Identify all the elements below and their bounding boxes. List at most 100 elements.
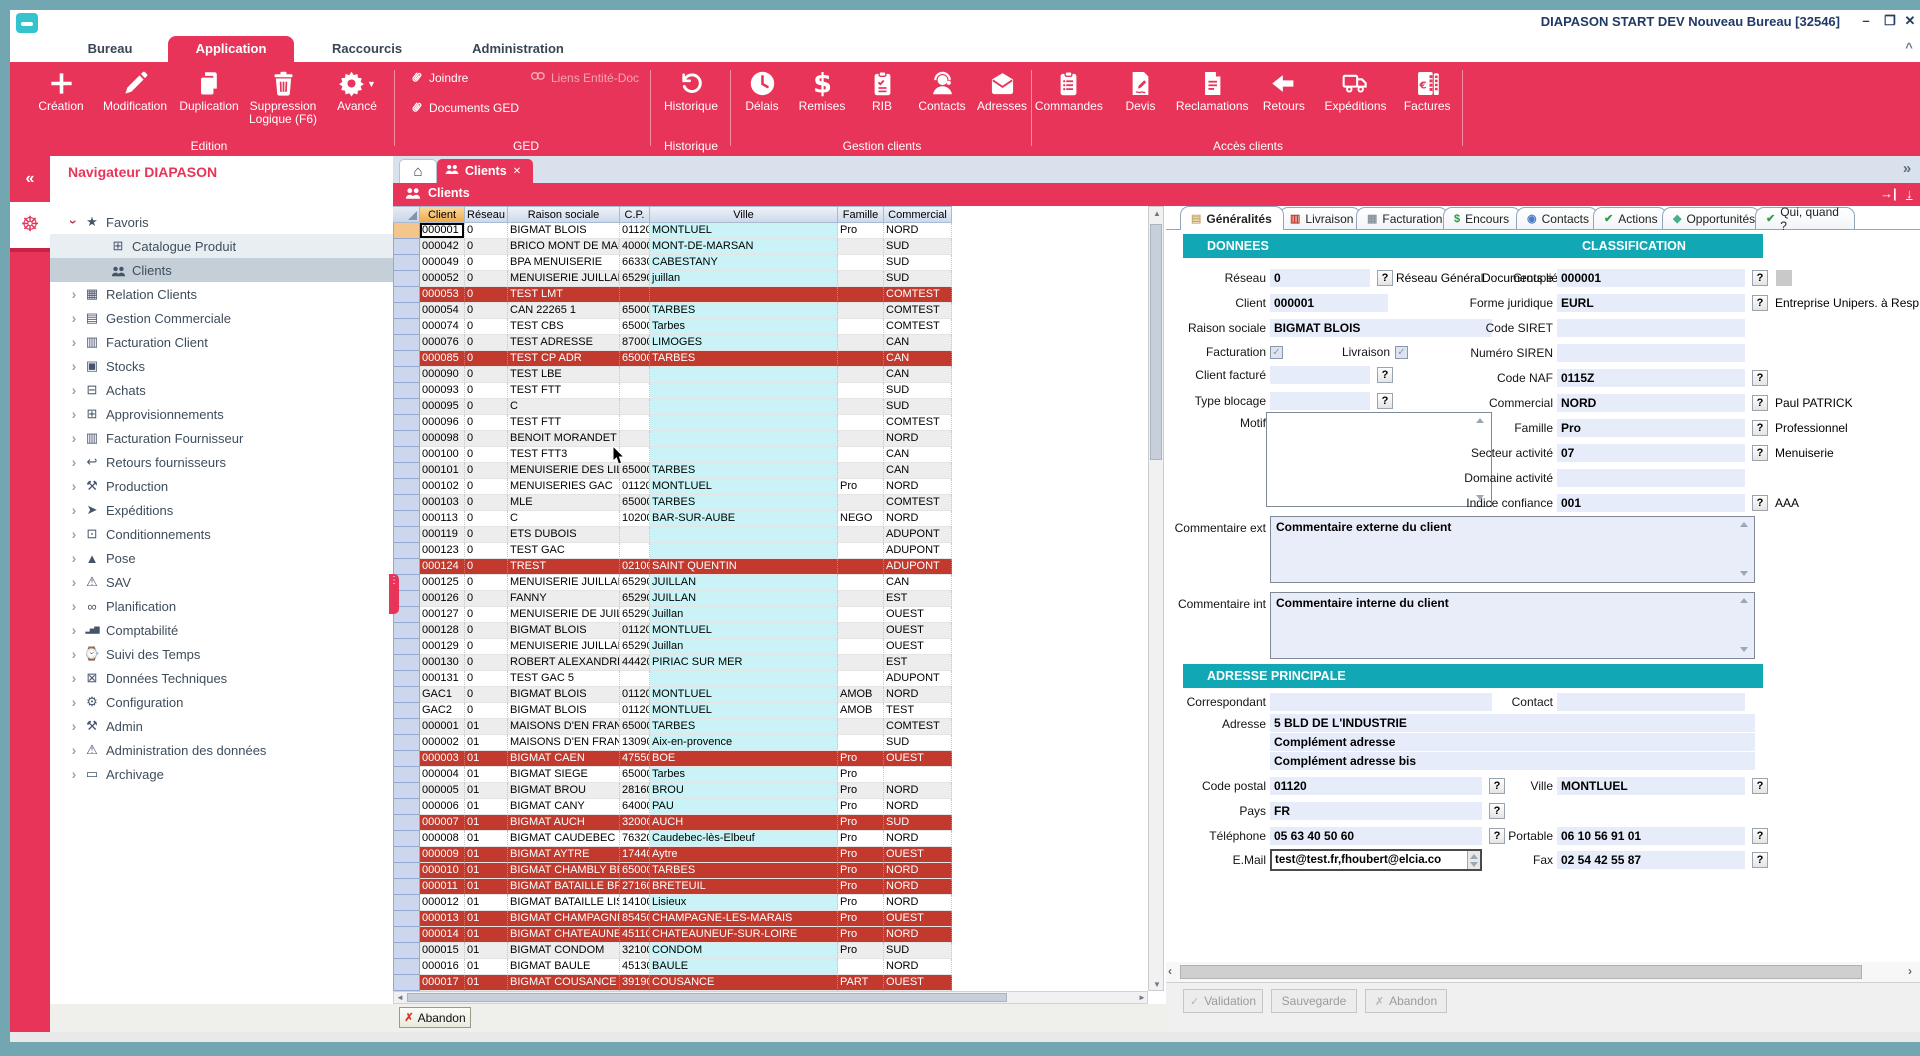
row-header[interactable] (393, 927, 420, 943)
cell-raison[interactable]: BENOIT MORANDET (508, 431, 620, 447)
home-tab[interactable]: ⌂ (399, 159, 437, 184)
cell-cp[interactable]: 65000 (620, 719, 650, 735)
cell-ville[interactable]: BOE (650, 751, 838, 767)
chevron-right-icon[interactable]: › (66, 598, 82, 614)
tab-opportunites[interactable]: ◆ Opportunités (1662, 207, 1760, 229)
cell-famille[interactable] (838, 431, 884, 447)
cell-reseau[interactable]: 0 (465, 431, 508, 447)
row-header[interactable] (393, 447, 420, 463)
row-header[interactable] (393, 911, 420, 927)
cell-raison[interactable]: MENUISERIE DES LILAS (508, 463, 620, 479)
cell-client[interactable]: 000014 (420, 927, 465, 943)
cell-ville[interactable] (650, 431, 838, 447)
table-row[interactable]: 000049 0 BPA MENUISERIE 66330 CABESTANY SUD (393, 255, 952, 271)
cell-client[interactable]: 000085 (420, 351, 465, 367)
cell-ville[interactable]: JUILLAN (650, 591, 838, 607)
cell-famille[interactable] (838, 335, 884, 351)
cell-ville[interactable]: MONTLUEL (650, 703, 838, 719)
cell-raison[interactable]: BIGMAT AYTRE (508, 847, 620, 863)
lookup-button[interactable]: ? (1752, 852, 1768, 868)
table-row[interactable]: 0001010MENUISERIE DES LILAS65000TARBESCA… (393, 463, 952, 479)
sidebar-item-production[interactable]: › ⚒ Production (50, 474, 393, 498)
cell-client[interactable]: GAC1 (420, 687, 465, 703)
cell-reseau[interactable]: 01 (465, 959, 508, 975)
cell-cp[interactable]: 76320 (620, 831, 650, 847)
row-header[interactable] (393, 559, 420, 575)
row-header[interactable] (393, 511, 420, 527)
table-row[interactable]: 000001 0 BIGMAT BLOIS 01120 MONTLUEL Pro NORD (393, 223, 952, 239)
cell-commercial[interactable]: NORD (884, 831, 952, 847)
cell-cp[interactable]: 65000 (620, 319, 650, 335)
cell-cp[interactable] (620, 287, 650, 303)
numero-siren-field[interactable] (1557, 344, 1745, 362)
scroll-right-icon[interactable]: ► (1138, 993, 1146, 1003)
cell-client[interactable]: 000001 (420, 223, 465, 239)
cell-raison[interactable]: BIGMAT BLOIS (508, 703, 620, 719)
cell-cp[interactable]: 27160 (620, 879, 650, 895)
cell-client[interactable]: 000049 (420, 255, 465, 271)
cell-famille[interactable]: NEGO (838, 511, 884, 527)
cell-ville[interactable]: PIRIAC SUR MER (650, 655, 838, 671)
cell-commercial[interactable]: CAN (884, 575, 952, 591)
cell-client[interactable]: 000012 (420, 895, 465, 911)
forme-juridique-field[interactable]: EURL (1557, 294, 1745, 312)
cell-ville[interactable]: MONTLUEL (650, 623, 838, 639)
cell-raison[interactable]: BIGMAT AUCH (508, 815, 620, 831)
cell-cp[interactable]: 65290 (620, 607, 650, 623)
cell-ville[interactable]: TARBES (650, 303, 838, 319)
table-row[interactable]: 000076 0 TEST ADRESSE 87000 LIMOGES CAN (393, 335, 952, 351)
cell-raison[interactable]: MAISONS D'EN FRANCE (508, 735, 620, 751)
cell-commercial[interactable]: SUD (884, 383, 952, 399)
cell-raison[interactable]: BIGMAT BLOIS (508, 687, 620, 703)
row-header[interactable] (393, 543, 420, 559)
cell-commercial[interactable]: SUD (884, 239, 952, 255)
cell-ville[interactable]: BRETEUIL (650, 879, 838, 895)
cell-reseau[interactable]: 0 (465, 511, 508, 527)
cell-ville[interactable] (650, 447, 838, 463)
tab-clients[interactable]: Clients ✕ (437, 159, 533, 183)
panel-scroll-thumb[interactable] (1180, 965, 1862, 979)
cell-commercial[interactable]: NORD (884, 895, 952, 911)
cell-raison[interactable]: MENUISERIE DE JUILLAN (508, 607, 620, 623)
cell-commercial[interactable]: CAN (884, 447, 952, 463)
cell-ville[interactable]: LIMOGES (650, 335, 838, 351)
table-row[interactable]: 000128 0 BIGMAT BLOIS 01120 MONTLUEL OUEST (393, 623, 952, 639)
cell-ville[interactable]: MONT-DE-MARSAN (650, 239, 838, 255)
cell-famille[interactable]: Pro (838, 751, 884, 767)
chevron-right-icon[interactable]: › (66, 766, 82, 782)
cell-cp[interactable]: 45130 (620, 959, 650, 975)
ribbon-button-commandes[interactable]: Commandes (1033, 70, 1105, 113)
cell-famille[interactable] (838, 543, 884, 559)
table-row[interactable]: 000003 01 BIGMAT CAEN 47550 BOE Pro OUEST (393, 751, 952, 767)
client-facture-field[interactable] (1270, 366, 1370, 384)
cell-ville[interactable] (650, 543, 838, 559)
cell-reseau[interactable]: 01 (465, 911, 508, 927)
cell-reseau[interactable]: 0 (465, 671, 508, 687)
cell-client[interactable]: 000007 (420, 815, 465, 831)
sidebar-item-donnees-techniques[interactable]: › ⊠ Données Techniques (50, 666, 393, 690)
cell-ville[interactable] (650, 399, 838, 415)
cell-commercial[interactable]: CAN (884, 463, 952, 479)
row-header[interactable] (393, 831, 420, 847)
cell-reseau[interactable]: 0 (465, 255, 508, 271)
cell-reseau[interactable]: 01 (465, 719, 508, 735)
cell-client[interactable]: 000005 (420, 783, 465, 799)
cell-famille[interactable] (838, 399, 884, 415)
cell-raison[interactable]: MENUISERIE JUILLANAIS (508, 575, 620, 591)
cell-commercial[interactable]: COMTEST (884, 415, 952, 431)
abandon-button-panel[interactable]: ✗ Abandon (1365, 989, 1447, 1013)
sidebar-item-clients[interactable]: Clients (50, 258, 393, 282)
cell-client[interactable]: 000103 (420, 495, 465, 511)
table-row[interactable]: 00001001BIGMAT CHAMBLY BROC65000TARBESPr… (393, 863, 952, 879)
cell-cp[interactable]: 28160 (620, 783, 650, 799)
livraison-checkbox[interactable] (1395, 346, 1408, 359)
cell-cp[interactable] (620, 671, 650, 687)
ribbon-button-joindre[interactable]: Joindre (408, 70, 468, 86)
sidebar-splitter-handle[interactable]: ⋮ (389, 574, 399, 614)
table-row[interactable]: 0000420BRICO MONT DE MARSA40000MONT-DE-M… (393, 239, 952, 255)
cell-raison[interactable]: TEST ADRESSE (508, 335, 620, 351)
cell-cp[interactable]: 65290 (620, 575, 650, 591)
row-header[interactable] (393, 431, 420, 447)
row-header[interactable] (393, 255, 420, 271)
sidebar-item-comptabilite[interactable]: › ▂▅▇ Comptabilité (50, 618, 393, 642)
